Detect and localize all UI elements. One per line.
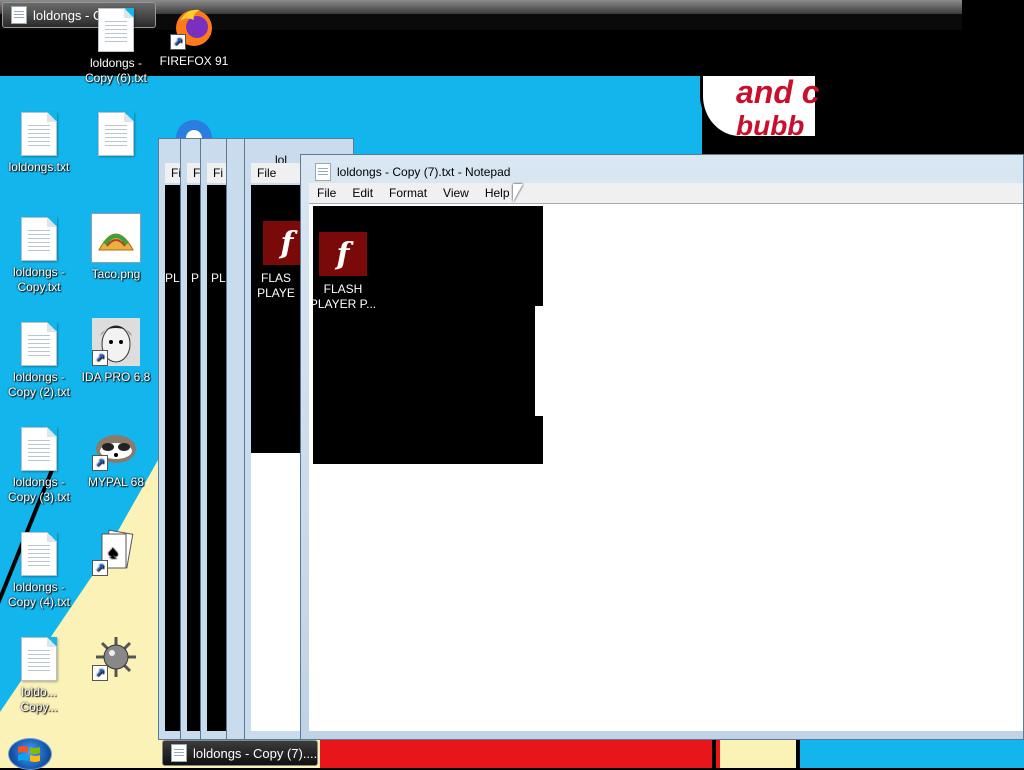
ida-pro-icon: ↗	[92, 318, 140, 366]
text-file-icon	[98, 8, 134, 52]
cards-icon: ♠ ↗	[92, 528, 140, 576]
taskbar-window-button[interactable]: loldongs - Copy (7)....	[162, 740, 318, 766]
desktop-icon-label: IDA PRO 6.8	[81, 370, 151, 384]
notepad-titlebar[interactable]: loldongs - Copy (7).txt - Notepad	[315, 163, 510, 181]
taco-image-icon	[91, 213, 141, 263]
text-file-icon	[21, 637, 57, 681]
stacked-icon-label: PL	[165, 271, 180, 285]
text-file-icon	[21, 217, 57, 261]
desktop-icon-firefox[interactable]: ↗ FIREFOX 91	[158, 2, 230, 69]
firefox-icon: ↗	[170, 2, 218, 50]
desktop-icon-label: loldongs - Copy (3).txt	[7, 475, 70, 504]
text-file-icon	[21, 112, 57, 156]
text-file-icon	[21, 322, 57, 366]
menu-edit[interactable]: Edit	[344, 183, 381, 203]
stacked-icon-label: FLAS PLAYE	[257, 271, 295, 300]
wallpaper-text-line2: bubb	[736, 110, 805, 141]
notepad-menubar: File Edit Format View Help	[309, 183, 1023, 203]
windows-flag-icon	[18, 746, 40, 762]
shortcut-arrow-icon: ↗	[92, 455, 108, 471]
desktop-icon-solitaire[interactable]: ♠ ↗	[80, 528, 152, 576]
desktop-icon-label: loldongs - Copy (2).txt	[7, 370, 70, 399]
mine-icon: ↗	[92, 633, 140, 681]
wallpaper-text-line1: and c	[736, 74, 820, 110]
menu-view[interactable]: View	[435, 183, 477, 203]
desktop-icon-loldongs[interactable]: loldongs.txt	[3, 112, 75, 175]
desktop-icon-copy5[interactable]: loldo... Copy...	[3, 637, 75, 715]
desktop-icon-label: MYPAL 68	[87, 475, 145, 489]
desktop-icon-copy[interactable]: loldongs - Copy.txt	[3, 217, 75, 295]
desktop-icon-copy4[interactable]: loldongs - Copy (4).txt	[3, 532, 75, 610]
notepad-icon	[315, 163, 331, 181]
desktop-icon-label: Taco.png	[91, 267, 141, 281]
taskbar-window-label: loldongs - Copy (7)....	[193, 745, 318, 761]
desktop-icon-label: loldo... Copy...	[20, 685, 58, 714]
taskbar-wallpaper-red	[320, 740, 720, 768]
desktop-icon-copy3[interactable]: loldongs - Copy (3).txt	[3, 427, 75, 505]
desktop-icon-taco[interactable]: Taco.png	[80, 213, 152, 282]
shortcut-arrow-icon: ↗	[92, 560, 108, 576]
raccoon-icon: ↗	[92, 423, 140, 471]
notepad-artifact-notch	[535, 306, 543, 416]
flash-icon-label: FLASH PLAYER P...	[309, 282, 377, 311]
notepad-icon	[11, 6, 27, 24]
taskbar-divider	[712, 740, 716, 768]
taskbar-divider	[796, 740, 800, 768]
desktop-icon-ida-pro[interactable]: ↗ IDA PRO 6.8	[80, 318, 152, 385]
desktop-icon-label: loldongs.txt	[8, 160, 70, 174]
flash-icon: f	[319, 232, 367, 276]
mouse-cursor	[513, 184, 523, 202]
notepad-title: loldongs - Copy (7).txt - Notepad	[337, 165, 511, 179]
taskbar-wallpaper-blue	[800, 740, 1024, 768]
desktop-icon-label: loldongs - Copy (6).txt	[84, 56, 147, 85]
text-file-icon	[21, 532, 57, 576]
desktop-icon-copy6[interactable]: loldongs - Copy (6).txt	[80, 8, 152, 86]
svg-text:♠: ♠	[108, 542, 118, 562]
menu-file[interactable]: File	[309, 183, 344, 203]
desktop-icon-label: FIREFOX 91	[159, 54, 229, 68]
shortcut-arrow-icon: ↗	[170, 34, 186, 50]
desktop-icon-minesweeper[interactable]: ↗	[80, 633, 152, 681]
desktop-icon-copy2[interactable]: loldongs - Copy (2).txt	[3, 322, 75, 400]
menu-format[interactable]: Format	[381, 183, 435, 203]
desktop-icon-mypal[interactable]: ↗ MYPAL 68	[80, 423, 152, 490]
menu-help[interactable]: Help	[477, 183, 518, 203]
text-file-icon	[21, 427, 57, 471]
text-file-icon	[98, 112, 134, 156]
stacked-icon-label: PL	[211, 271, 226, 285]
desktop-icon-unnamed-file[interactable]	[80, 112, 152, 156]
desktop-icon-label: loldongs - Copy (4).txt	[7, 580, 70, 609]
notepad-window[interactable]: loldongs - Copy (7).txt - Notepad File E…	[300, 154, 1024, 740]
shortcut-arrow-icon: ↗	[92, 665, 108, 681]
desktop-icon-label: loldongs - Copy.txt	[12, 265, 66, 294]
notepad-text-area[interactable]: f FLASH PLAYER P...	[309, 203, 1023, 731]
shortcut-arrow-icon: ↗	[92, 350, 108, 366]
notepad-icon	[171, 744, 187, 762]
